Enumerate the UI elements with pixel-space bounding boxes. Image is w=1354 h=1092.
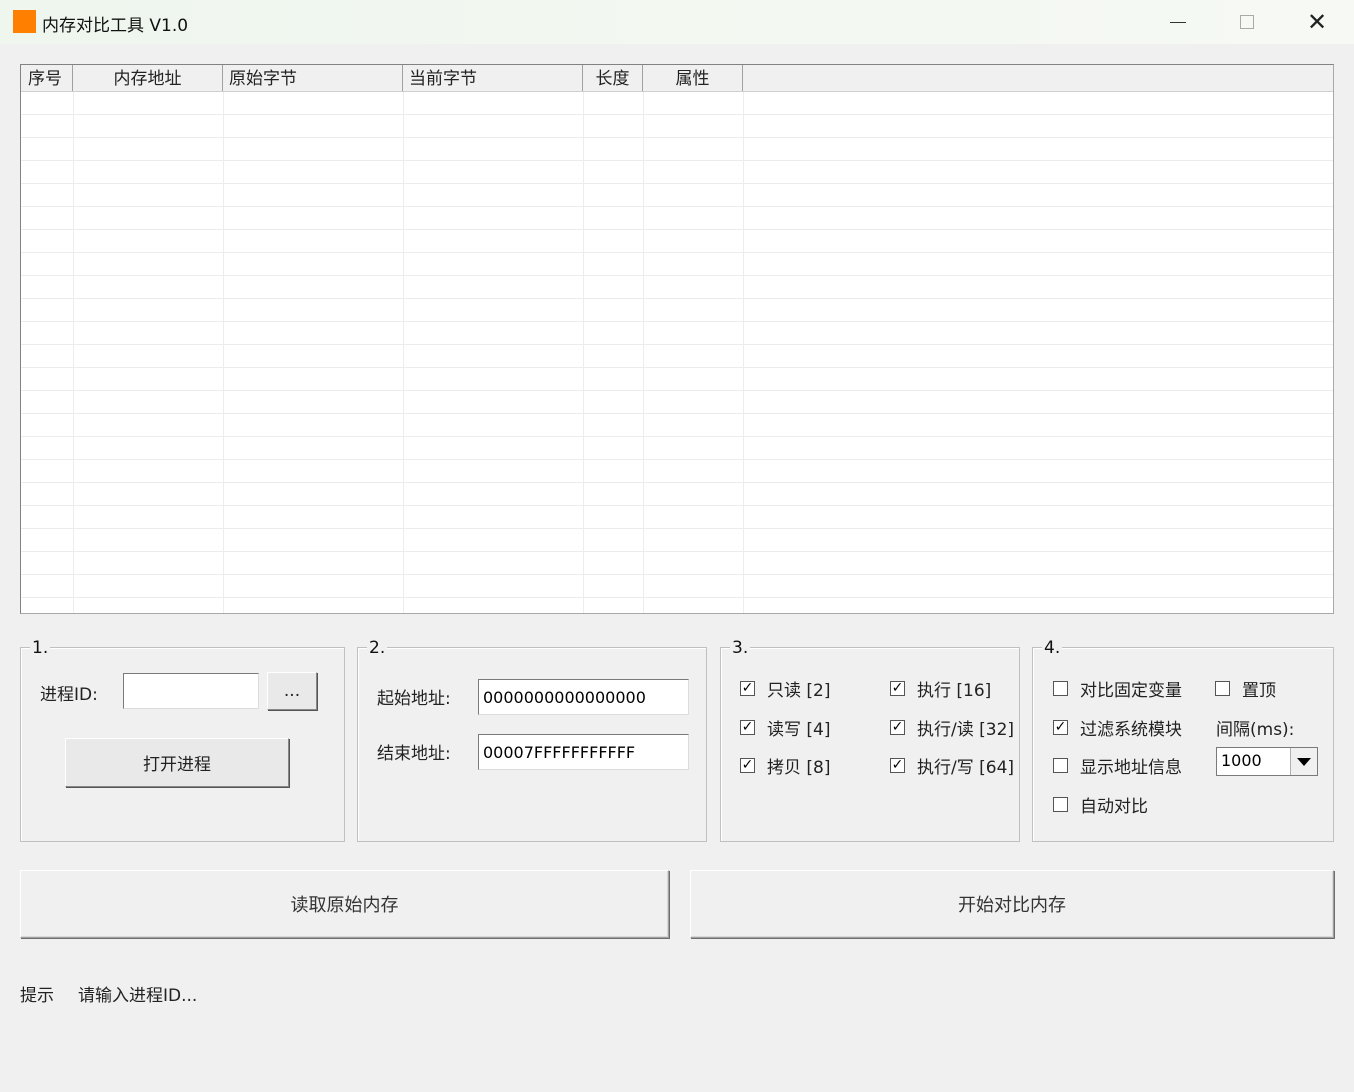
start-address-input[interactable] bbox=[478, 679, 689, 715]
start-compare-button[interactable]: 开始对比内存 bbox=[690, 870, 1334, 938]
checkbox-label: 执行 [16] bbox=[917, 681, 992, 701]
column-divider bbox=[743, 92, 744, 613]
group-legend: 2. bbox=[367, 638, 388, 658]
checkbox-label: 自动对比 bbox=[1080, 797, 1148, 817]
minimize-icon bbox=[1170, 21, 1186, 23]
pid-input[interactable] bbox=[123, 673, 259, 709]
check-icon: ✓ bbox=[1053, 719, 1068, 735]
column-header-current-bytes[interactable]: 当前字节 bbox=[403, 65, 583, 91]
checkbox-readonly[interactable]: ✓ 只读 [2] bbox=[740, 676, 830, 701]
group-legend: 3. bbox=[730, 638, 751, 658]
unchecked-box-icon bbox=[1215, 681, 1230, 696]
group-protection-flags: 3. ✓ 只读 [2] ✓ 执行 [16] ✓ 读写 [4] ✓ 执行/读 [32] ✓… bbox=[720, 638, 1020, 842]
column-header-attribute[interactable]: 属性 bbox=[643, 65, 743, 91]
status-label: 提示 bbox=[20, 986, 54, 1006]
column-header-length[interactable]: 长度 bbox=[583, 65, 643, 91]
check-icon: ✓ bbox=[890, 757, 905, 773]
checkbox-show-address[interactable]: 显示地址信息 bbox=[1053, 753, 1182, 778]
checkbox-label: 读写 [4] bbox=[767, 720, 831, 740]
interval-combobox[interactable]: 1000 bbox=[1216, 747, 1318, 776]
checkbox-compare-fixed[interactable]: 对比固定变量 bbox=[1053, 676, 1182, 701]
checkbox-topmost[interactable]: 置顶 bbox=[1215, 676, 1276, 701]
column-divider bbox=[583, 92, 584, 613]
checkbox-label: 拷贝 [8] bbox=[767, 758, 831, 778]
column-header-index[interactable]: 序号 bbox=[21, 65, 73, 91]
maximize-button[interactable] bbox=[1212, 0, 1282, 44]
close-icon: ✕ bbox=[1306, 8, 1328, 36]
title-bar: 内存对比工具 V1.0 ✕ bbox=[0, 0, 1354, 44]
maximize-icon bbox=[1240, 15, 1254, 29]
dropdown-arrow-icon[interactable] bbox=[1290, 748, 1317, 775]
column-divider bbox=[223, 92, 224, 613]
checkbox-label: 过滤系统模块 bbox=[1080, 720, 1182, 740]
app-icon bbox=[13, 10, 36, 33]
pid-label: 进程ID: bbox=[40, 685, 98, 705]
read-original-memory-button[interactable]: 读取原始内存 bbox=[20, 870, 669, 938]
column-header-address[interactable]: 内存地址 bbox=[73, 65, 223, 91]
listview-rows bbox=[21, 92, 1333, 613]
checkbox-label: 显示地址信息 bbox=[1080, 758, 1182, 778]
start-address-label: 起始地址: bbox=[377, 689, 451, 709]
group-options: 4. 对比固定变量 置顶 ✓ 过滤系统模块 间隔(ms): 显示地址信息 1000… bbox=[1032, 638, 1334, 842]
checkbox-label: 置顶 bbox=[1242, 681, 1276, 701]
checkbox-filter-system[interactable]: ✓ 过滤系统模块 bbox=[1053, 715, 1182, 740]
group-legend: 1. bbox=[30, 638, 51, 658]
checkbox-label: 执行/写 [64] bbox=[917, 758, 1015, 778]
checkbox-readwrite[interactable]: ✓ 读写 [4] bbox=[740, 715, 830, 740]
column-header-original-bytes[interactable]: 原始字节 bbox=[223, 65, 403, 91]
group-address-range: 2. 起始地址: 结束地址: bbox=[357, 638, 707, 842]
window-title: 内存对比工具 V1.0 bbox=[42, 16, 189, 36]
check-icon: ✓ bbox=[740, 719, 755, 735]
group-process: 1. 进程ID: ... 打开进程 bbox=[20, 638, 345, 842]
checkbox-label: 对比固定变量 bbox=[1080, 681, 1182, 701]
checkbox-auto-compare[interactable]: 自动对比 bbox=[1053, 792, 1148, 817]
checkbox-execute-write[interactable]: ✓ 执行/写 [64] bbox=[890, 753, 1014, 778]
column-divider bbox=[643, 92, 644, 613]
browse-process-button[interactable]: ... bbox=[267, 672, 317, 710]
minimize-button[interactable] bbox=[1143, 0, 1213, 44]
checkbox-label: 执行/读 [32] bbox=[917, 720, 1015, 740]
end-address-label: 结束地址: bbox=[377, 744, 451, 764]
checkbox-execute-read[interactable]: ✓ 执行/读 [32] bbox=[890, 715, 1014, 740]
checkbox-label: 只读 [2] bbox=[767, 681, 831, 701]
listview-header: 序号 内存地址 原始字节 当前字节 长度 属性 bbox=[21, 65, 1333, 92]
interval-value: 1000 bbox=[1221, 751, 1262, 770]
status-message: 请输入进程ID... bbox=[78, 986, 198, 1006]
column-divider bbox=[73, 92, 74, 613]
result-listview[interactable]: 序号 内存地址 原始字节 当前字节 长度 属性 bbox=[20, 64, 1334, 614]
unchecked-box-icon bbox=[1053, 758, 1068, 773]
open-process-button[interactable]: 打开进程 bbox=[65, 738, 289, 787]
unchecked-box-icon bbox=[1053, 797, 1068, 812]
group-legend: 4. bbox=[1042, 638, 1063, 658]
check-icon: ✓ bbox=[890, 680, 905, 696]
interval-label: 间隔(ms): bbox=[1216, 720, 1295, 740]
column-divider bbox=[403, 92, 404, 613]
unchecked-box-icon bbox=[1053, 681, 1068, 696]
check-icon: ✓ bbox=[740, 757, 755, 773]
close-button[interactable]: ✕ bbox=[1282, 0, 1352, 44]
checkbox-execute[interactable]: ✓ 执行 [16] bbox=[890, 676, 991, 701]
check-icon: ✓ bbox=[890, 719, 905, 735]
check-icon: ✓ bbox=[740, 680, 755, 696]
checkbox-copy[interactable]: ✓ 拷贝 [8] bbox=[740, 753, 830, 778]
end-address-input[interactable] bbox=[478, 734, 689, 770]
